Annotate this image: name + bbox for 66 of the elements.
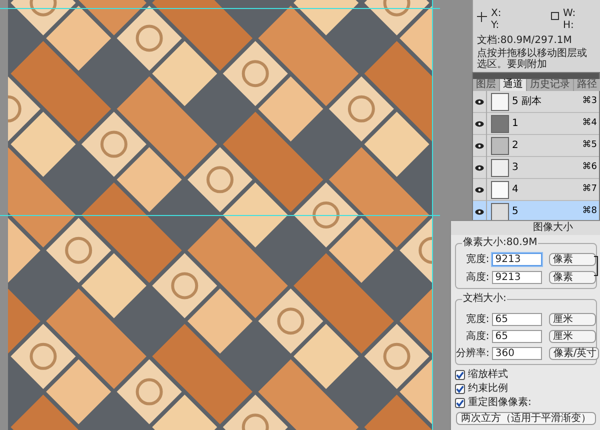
eye-icon[interactable] (475, 98, 484, 104)
hint-text: 点按并拖移以移动图层或选区。要则附加 (477, 48, 588, 70)
x-label: X: (491, 8, 502, 20)
unit-dropdown[interactable]: 厘米 (549, 330, 596, 342)
resample-dropdown[interactable]: 两次立方（适用于平滑渐变） (456, 412, 596, 425)
group-legend: 像素大小:80.9M (462, 237, 538, 249)
field-label: 宽度: (464, 312, 490, 326)
channel-thumbnail (491, 136, 509, 154)
channel-name: 5 (512, 205, 520, 219)
channel-name: 1 (512, 117, 520, 131)
channel-row[interactable]: 5 副本 ⌘3 (473, 91, 599, 113)
panel-tab[interactable]: 通道 (500, 79, 527, 91)
h-label: H: (563, 20, 575, 32)
document-size-text: 文档:80.9M/297.1M (477, 35, 573, 47)
channel-thumbnail (491, 92, 509, 110)
field-label: 高度: (464, 270, 490, 284)
eye-icon[interactable] (475, 120, 484, 126)
channel-name: 3 (512, 161, 520, 175)
channel-name: 5 副本 (512, 94, 543, 109)
shortcut-text: ⌘4 (582, 116, 598, 130)
shortcut-text: ⌘3 (582, 94, 598, 108)
channel-row[interactable]: 3 ⌘6 (473, 157, 599, 179)
channel-name: 4 (512, 183, 520, 197)
channel-row[interactable]: 2 ⌘5 (473, 135, 599, 157)
field-label: 分辨率: (456, 346, 490, 360)
w-label: W: (563, 8, 576, 20)
y-label: Y: (491, 20, 500, 32)
unit-dropdown[interactable]: 像素 (549, 270, 596, 284)
panel-tab[interactable]: 路径 (574, 79, 600, 91)
selection-size-icon (551, 12, 559, 20)
shortcut-text: ⌘5 (582, 138, 598, 152)
channel-row[interactable]: 4 ⌘7 (473, 179, 599, 201)
link-bracket-icon (594, 256, 598, 276)
shortcut-text: ⌘8 (582, 204, 598, 218)
unit-dropdown[interactable]: 像素/英寸 (549, 346, 600, 360)
checkbox-label: 重定图像像素: (468, 397, 532, 409)
shortcut-text: ⌘7 (582, 182, 598, 196)
checkbox[interactable] (455, 370, 465, 380)
channel-name: 2 (512, 139, 520, 153)
channel-thumbnail (491, 158, 509, 176)
checkbox-label: 缩放样式 (468, 369, 508, 381)
panel-tab[interactable]: 图层 (473, 79, 500, 91)
eye-icon[interactable] (475, 164, 484, 170)
value-field[interactable]: 360 (492, 346, 542, 360)
field-label: 宽度: (464, 252, 490, 266)
eye-icon[interactable] (475, 186, 484, 192)
channel-thumbnail (491, 180, 509, 198)
dialog-title: 图像大小 (451, 221, 600, 235)
checkbox-label: 约束比例 (468, 383, 508, 395)
crosshair-icon (477, 12, 487, 22)
unit-dropdown[interactable]: 厘米 (549, 312, 596, 326)
panel-tab[interactable]: 历史记录 (527, 79, 574, 91)
value-field[interactable]: 9213 (492, 252, 542, 266)
eye-icon[interactable] (475, 208, 484, 214)
unit-dropdown[interactable]: 像素 (549, 252, 596, 266)
shortcut-text: ⌘6 (582, 160, 598, 174)
checkbox[interactable] (455, 398, 465, 408)
group-legend: 文档大小: (462, 293, 508, 305)
value-field[interactable]: 65 (492, 312, 542, 326)
value-field[interactable]: 9213 (492, 270, 542, 284)
value-field[interactable]: 65 (492, 330, 542, 342)
checkbox[interactable] (455, 384, 465, 394)
field-label: 高度: (464, 330, 490, 344)
eye-icon[interactable] (475, 142, 484, 148)
channel-thumbnail (491, 114, 509, 132)
channel-row[interactable]: 1 ⌘4 (473, 113, 599, 135)
